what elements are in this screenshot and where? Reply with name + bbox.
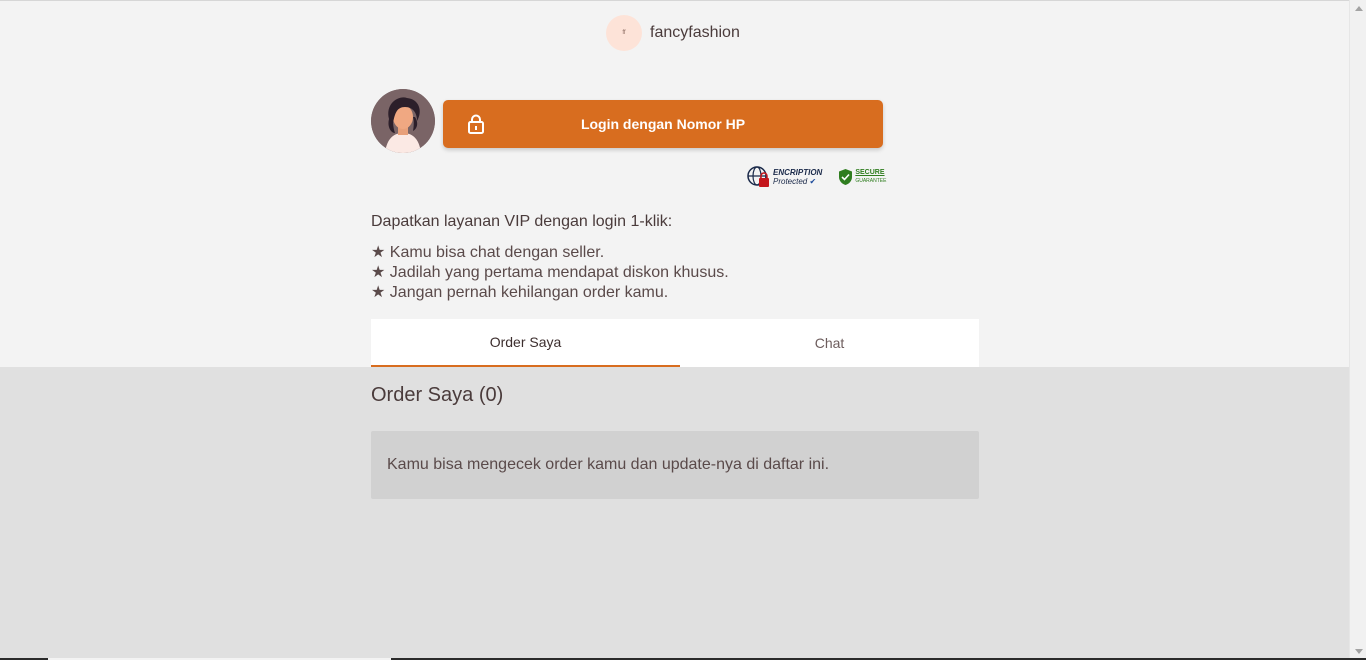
bottom-area [0,367,1349,658]
vip-title: Dapatkan layanan VIP dengan login 1-klik… [371,213,673,230]
encryption-globe-icon [747,166,769,187]
tab-bar: Order Saya Chat [371,319,979,367]
encryption-title: ENCRIPTION [773,168,823,177]
benefit-item: ★ Jangan pernah kehilangan order kamu. [371,284,669,301]
login-button-label: Login dengan Nomor HP [580,116,746,132]
top-area [0,0,1349,368]
avatar-illustration-icon [371,89,435,153]
orders-empty-message: Kamu bisa mengecek order kamu dan update… [371,431,979,499]
check-icon: ✔ [809,177,817,186]
secure-title: SECURE [855,169,885,176]
user-avatar [371,89,435,153]
scroll-down-arrow-icon[interactable] [1355,649,1363,654]
shop-header[interactable]: ff fancyfashion [606,15,740,51]
benefit-item: ★ Jadilah yang pertama mendapat diskon k… [371,264,729,281]
empty-message-text: Kamu bisa mengecek order kamu dan update… [387,456,830,473]
lock-icon [465,113,487,138]
secure-sub: GUARANTEE [855,178,887,184]
encryption-badge: ENCRIPTION Protected ✔ [747,166,822,188]
orders-title: Order Saya (0) [371,384,504,406]
secure-guarantee-badge: SECURE GUARANTEE [838,168,886,186]
tab-order-saya[interactable]: Order Saya [371,319,680,367]
shop-logo: ff [606,15,642,51]
shield-check-icon [839,169,853,185]
scroll-up-arrow-icon[interactable] [1355,6,1363,11]
shop-logo-text: ff [622,30,626,36]
shop-name: fancyfashion [650,24,740,41]
encryption-sub: Protected [773,177,808,186]
benefit-item: ★ Kamu bisa chat dengan seller. [371,244,605,261]
login-phone-button[interactable]: Login dengan Nomor HP [443,100,883,148]
vertical-scrollbar[interactable] [1349,0,1366,660]
vip-benefits-list: ★ Kamu bisa chat dengan seller. ★ Jadila… [371,243,729,303]
security-badges: ENCRIPTION Protected ✔ SECURE GUARANTEE [747,166,886,188]
tab-chat[interactable]: Chat [680,319,979,367]
